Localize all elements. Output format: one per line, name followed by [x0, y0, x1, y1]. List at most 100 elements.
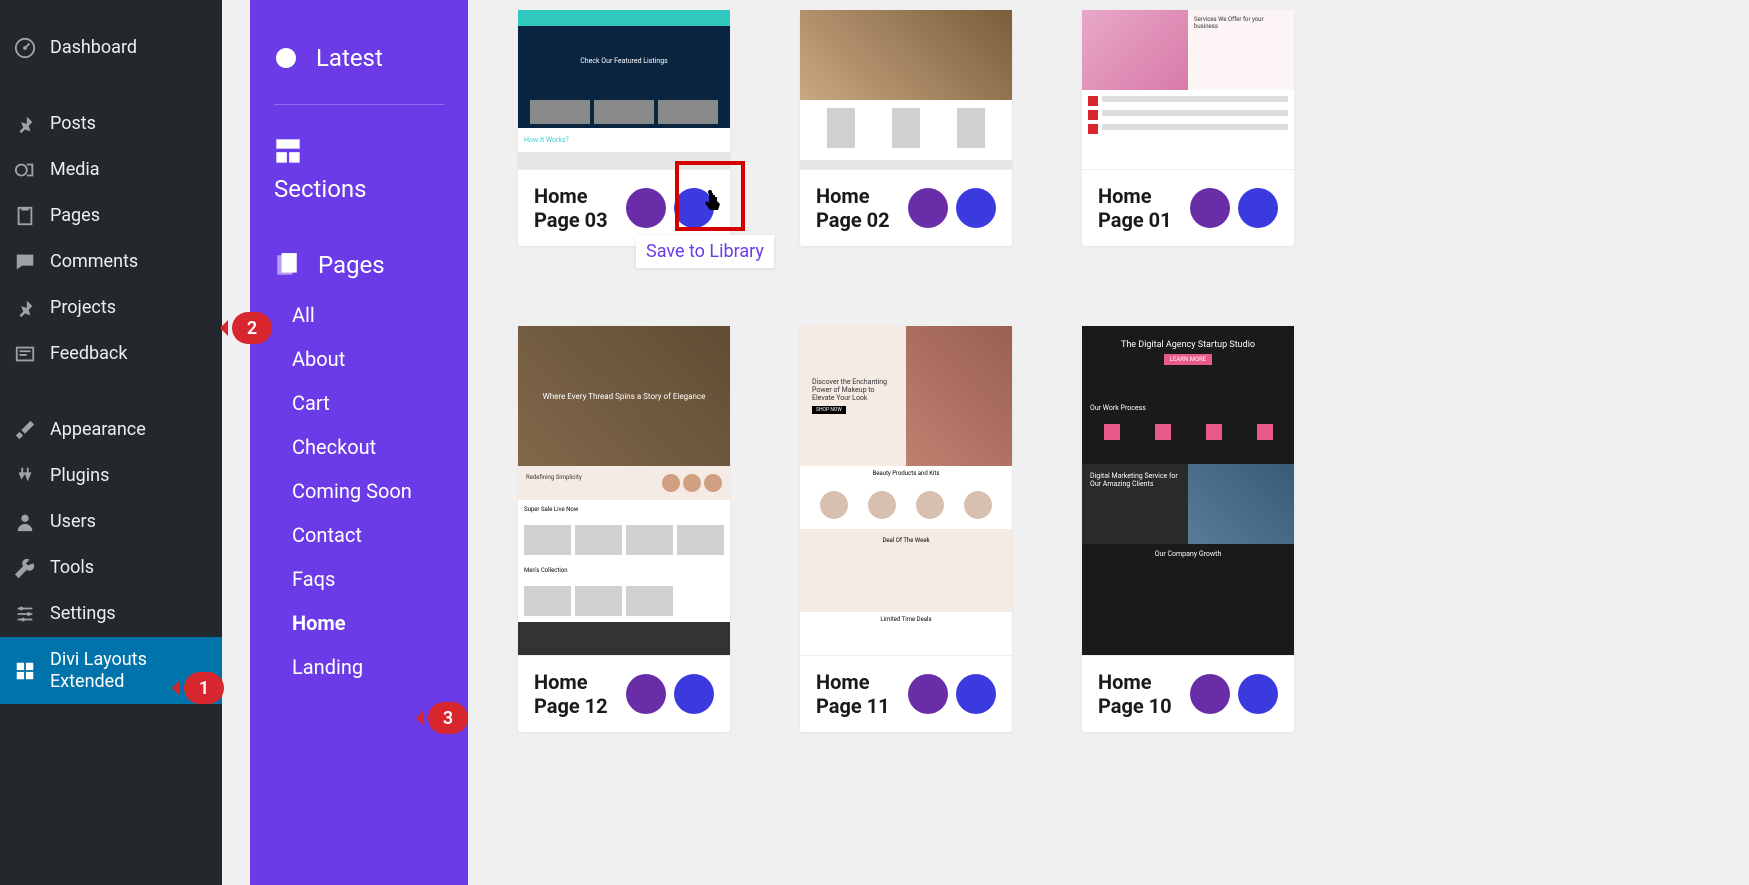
nav-label: Sections [274, 175, 367, 203]
nav-sub-home[interactable]: Home [250, 601, 468, 645]
save-to-library-button[interactable] [674, 674, 714, 714]
comment-icon [14, 251, 36, 273]
layout-card: Services We Offer for your business Home… [1082, 10, 1294, 246]
sidebar-label: Feedback [50, 343, 127, 365]
nav-sub-faqs[interactable]: Faqs [250, 557, 468, 601]
nav-sub-contact[interactable]: Contact [250, 513, 468, 557]
layout-thumbnail[interactable] [800, 10, 1012, 170]
sidebar-item-posts[interactable]: Posts [0, 101, 222, 147]
page-icon [14, 205, 36, 227]
save-to-library-button[interactable] [1238, 674, 1278, 714]
sidebar-label: Appearance [50, 419, 146, 441]
layouts-content: Check Our Featured Listings How It Works… [468, 0, 1749, 885]
thumb-text: Check Our Featured Listings [580, 57, 668, 65]
layout-thumbnail[interactable]: Check Our Featured Listings How It Works… [518, 10, 730, 170]
pages-icon [274, 252, 300, 278]
layout-title: Home Page 10 [1098, 670, 1190, 718]
annotation-badge-1: 1 [184, 672, 224, 704]
thumb-text: Services We Offer for your business [1194, 16, 1264, 30]
sidebar-label: Plugins [50, 465, 109, 487]
dashboard-icon [14, 37, 36, 59]
nav-sub-cart[interactable]: Cart [250, 381, 468, 425]
feedback-icon [14, 343, 36, 365]
layout-title: Home Page 11 [816, 670, 908, 718]
preview-button[interactable] [908, 674, 948, 714]
nav-label: Pages [318, 251, 385, 279]
nav-item-sections[interactable]: Sections [250, 123, 468, 217]
nav-sub-checkout[interactable]: Checkout [250, 425, 468, 469]
layout-title: Home Page 01 [1098, 184, 1190, 232]
layout-title: Home Page 02 [816, 184, 908, 232]
pie-icon [274, 46, 298, 70]
media-icon [14, 159, 36, 181]
sidebar-label: Dashboard [50, 37, 137, 59]
thumb-text: The Digital Agency Startup Studio [1096, 340, 1280, 350]
sidebar-item-tools[interactable]: Tools [0, 545, 222, 591]
layout-title: Home Page 03 [534, 184, 626, 232]
sidebar-item-users[interactable]: Users [0, 499, 222, 545]
thumb-text: Digital Marketing Service for Our Amazin… [1090, 472, 1178, 488]
layout-card: Home Page 02 [800, 10, 1012, 246]
nav-item-latest[interactable]: Latest [250, 30, 468, 86]
nav-sub-landing[interactable]: Landing [250, 645, 468, 689]
nav-sub-about[interactable]: About [250, 337, 468, 381]
sidebar-item-media[interactable]: Media [0, 147, 222, 193]
preview-button[interactable] [626, 674, 666, 714]
sidebar-item-appearance[interactable]: Appearance [0, 407, 222, 453]
pin-icon [14, 113, 36, 135]
sidebar-item-pages[interactable]: Pages [0, 193, 222, 239]
save-to-library-button[interactable] [1238, 188, 1278, 228]
user-icon [14, 511, 36, 533]
sliders-icon [14, 603, 36, 625]
sidebar-item-plugins[interactable]: Plugins [0, 453, 222, 499]
sidebar-item-comments[interactable]: Comments [0, 239, 222, 285]
layout-thumbnail[interactable]: Discover the Enchanting Power of Makeup … [800, 326, 1012, 656]
thumb-text: How It Works? [524, 136, 569, 144]
sidebar-label: Users [50, 511, 96, 533]
layout-thumbnail[interactable]: Where Every Thread Spins a Story of Eleg… [518, 326, 730, 656]
thumb-text: Our Work Process [1090, 404, 1146, 412]
tooltip: Save to Library [636, 235, 774, 268]
sidebar-label: Media [50, 159, 100, 181]
layout-card: Check Our Featured Listings How It Works… [518, 10, 730, 246]
annotation-badge-2: 2 [232, 312, 272, 344]
sidebar-item-settings[interactable]: Settings [0, 591, 222, 637]
layout-icon [14, 660, 36, 682]
thumb-text: Deal Of The Week [882, 537, 929, 544]
sidebar-label: Tools [50, 557, 94, 579]
preview-button[interactable] [626, 188, 666, 228]
sidebar-item-feedback[interactable]: Feedback [0, 331, 222, 377]
sections-icon [274, 137, 302, 165]
thumb-text: Discover the Enchanting Power of Makeup … [812, 378, 894, 402]
save-to-library-button[interactable] [956, 674, 996, 714]
layout-title: Home Page 12 [534, 670, 626, 718]
preview-button[interactable] [1190, 188, 1230, 228]
sidebar-label: Settings [50, 603, 116, 625]
sidebar-item-projects[interactable]: Projects [0, 285, 222, 331]
plugin-icon [14, 465, 36, 487]
layout-card: Where Every Thread Spins a Story of Eleg… [518, 326, 730, 732]
wp-admin-sidebar: Dashboard Posts Media Pages Comments Pro… [0, 0, 222, 885]
sidebar-label: Pages [50, 205, 100, 227]
nav-divider [274, 104, 444, 105]
sidebar-label: Comments [50, 251, 138, 273]
save-to-library-button[interactable] [674, 188, 714, 228]
pin-icon [14, 297, 36, 319]
preview-button[interactable] [1190, 674, 1230, 714]
thumb-text: Our Company Growth [1155, 550, 1222, 558]
layout-thumbnail[interactable]: The Digital Agency Startup StudioLEARN M… [1082, 326, 1294, 656]
brush-icon [14, 419, 36, 441]
nav-label: Latest [316, 44, 383, 72]
save-to-library-button[interactable] [956, 188, 996, 228]
nav-item-pages[interactable]: Pages [250, 237, 468, 293]
sidebar-item-dashboard[interactable]: Dashboard [0, 25, 222, 71]
nav-sub-all[interactable]: All [250, 293, 468, 337]
thumb-text: Where Every Thread Spins a Story of Eleg… [543, 392, 706, 401]
nav-sub-coming-soon[interactable]: Coming Soon [250, 469, 468, 513]
layout-card: Discover the Enchanting Power of Makeup … [800, 326, 1012, 732]
sidebar-label: Posts [50, 113, 96, 135]
preview-button[interactable] [908, 188, 948, 228]
sidebar-label: Projects [50, 297, 116, 319]
layout-card: The Digital Agency Startup StudioLEARN M… [1082, 326, 1294, 732]
layout-thumbnail[interactable]: Services We Offer for your business [1082, 10, 1294, 170]
